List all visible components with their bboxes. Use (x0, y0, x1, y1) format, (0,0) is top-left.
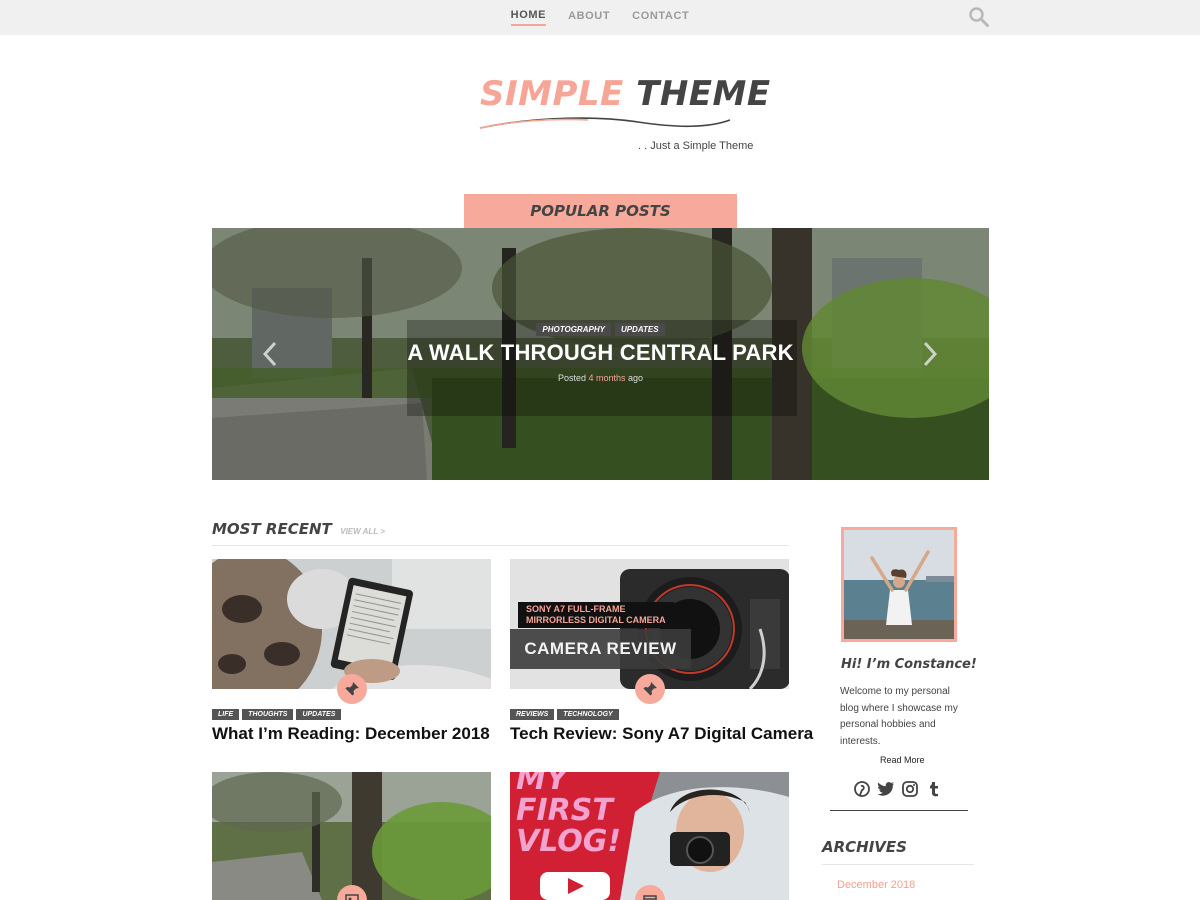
post-card[interactable]: LIFE THOUGHTS UPDATES What I’m Reading: … (212, 559, 491, 759)
profile-photo[interactable] (841, 527, 957, 642)
tag-badge[interactable]: UPDATES (614, 323, 665, 336)
twitter-icon[interactable] (877, 780, 895, 798)
nav-contact[interactable]: CONTACT (632, 10, 689, 25)
nav-home[interactable]: HOME (510, 9, 547, 26)
site-tagline: . . Just a Simple Theme (638, 140, 754, 152)
social-links (853, 780, 943, 798)
tag-badge[interactable]: UPDATES (296, 709, 342, 720)
slide-tags: PHOTOGRAPHY UPDATES (212, 323, 989, 336)
popular-posts-heading: POPULAR POSTS (464, 194, 737, 228)
nav-about[interactable]: ABOUT (568, 10, 610, 25)
sidebar-bio: Welcome to my personal blog where I show… (840, 686, 958, 747)
post-image-park[interactable] (212, 772, 491, 900)
divider (830, 810, 968, 811)
pin-icon (337, 674, 367, 704)
slide-title[interactable]: A WALK THROUGH CENTRAL PARK (212, 340, 989, 366)
slide-meta: Posted 4 months ago (557, 373, 644, 383)
post-card[interactable]: SONY A7 FULL-FRAME MIRRORLESS DIGITAL CA… (510, 559, 813, 759)
main-nav: HOME ABOUT CONTACT (0, 0, 1200, 35)
tag-badge[interactable]: THOUGHTS (242, 709, 294, 720)
pinterest-icon[interactable] (853, 780, 871, 798)
most-recent-heading: MOST RECENT VIEW ALL > (212, 520, 789, 546)
post-image-vlog[interactable]: MY FIRST VLOG! (510, 772, 789, 900)
tag-badge[interactable]: TECHNOLOGY (557, 709, 619, 720)
view-all-link[interactable]: VIEW ALL > (340, 527, 385, 536)
pin-icon (635, 674, 665, 704)
post-card[interactable]: MY FIRST VLOG! (510, 772, 789, 900)
post-title[interactable]: What I’m Reading: December 2018 (212, 724, 490, 744)
search-icon[interactable] (968, 6, 990, 28)
post-image-tablet[interactable] (212, 559, 491, 689)
popular-slider[interactable]: PHOTOGRAPHY UPDATES A WALK THROUGH CENTR… (212, 228, 989, 480)
post-title[interactable]: Tech Review: Sony A7 Digital Camera (510, 724, 813, 744)
logo-swoosh (479, 117, 731, 129)
instagram-icon[interactable] (901, 780, 919, 798)
archives-heading: ARCHIVES (822, 838, 974, 865)
read-more-link[interactable]: Read More (880, 755, 925, 765)
image-caption-small: SONY A7 FULL-FRAME MIRRORLESS DIGITAL CA… (518, 602, 674, 628)
chevron-left-icon[interactable] (260, 340, 280, 368)
vlog-image-text: MY FIRST VLOG! (516, 772, 622, 859)
post-card[interactable] (212, 772, 491, 900)
post-tags: LIFE THOUGHTS UPDATES (212, 709, 342, 720)
tag-badge[interactable]: LIFE (212, 709, 240, 720)
tag-badge[interactable]: REVIEWS (510, 709, 555, 720)
sidebar-greeting: Hi! I’m Constance! (841, 657, 977, 672)
archive-link-december-2018[interactable]: December 2018 (837, 879, 915, 891)
site-logo[interactable]: SIMPLE THEME . . Just a Simple Theme (470, 70, 770, 160)
post-tags: REVIEWS TECHNOLOGY (510, 709, 619, 720)
tumblr-icon[interactable] (925, 780, 943, 798)
image-caption-big: CAMERA REVIEW (510, 629, 691, 669)
site-title: SIMPLE THEME (480, 74, 771, 114)
post-image-camera[interactable]: SONY A7 FULL-FRAME MIRRORLESS DIGITAL CA… (510, 559, 789, 689)
chevron-right-icon[interactable] (920, 340, 940, 368)
tag-badge[interactable]: PHOTOGRAPHY (536, 323, 611, 336)
